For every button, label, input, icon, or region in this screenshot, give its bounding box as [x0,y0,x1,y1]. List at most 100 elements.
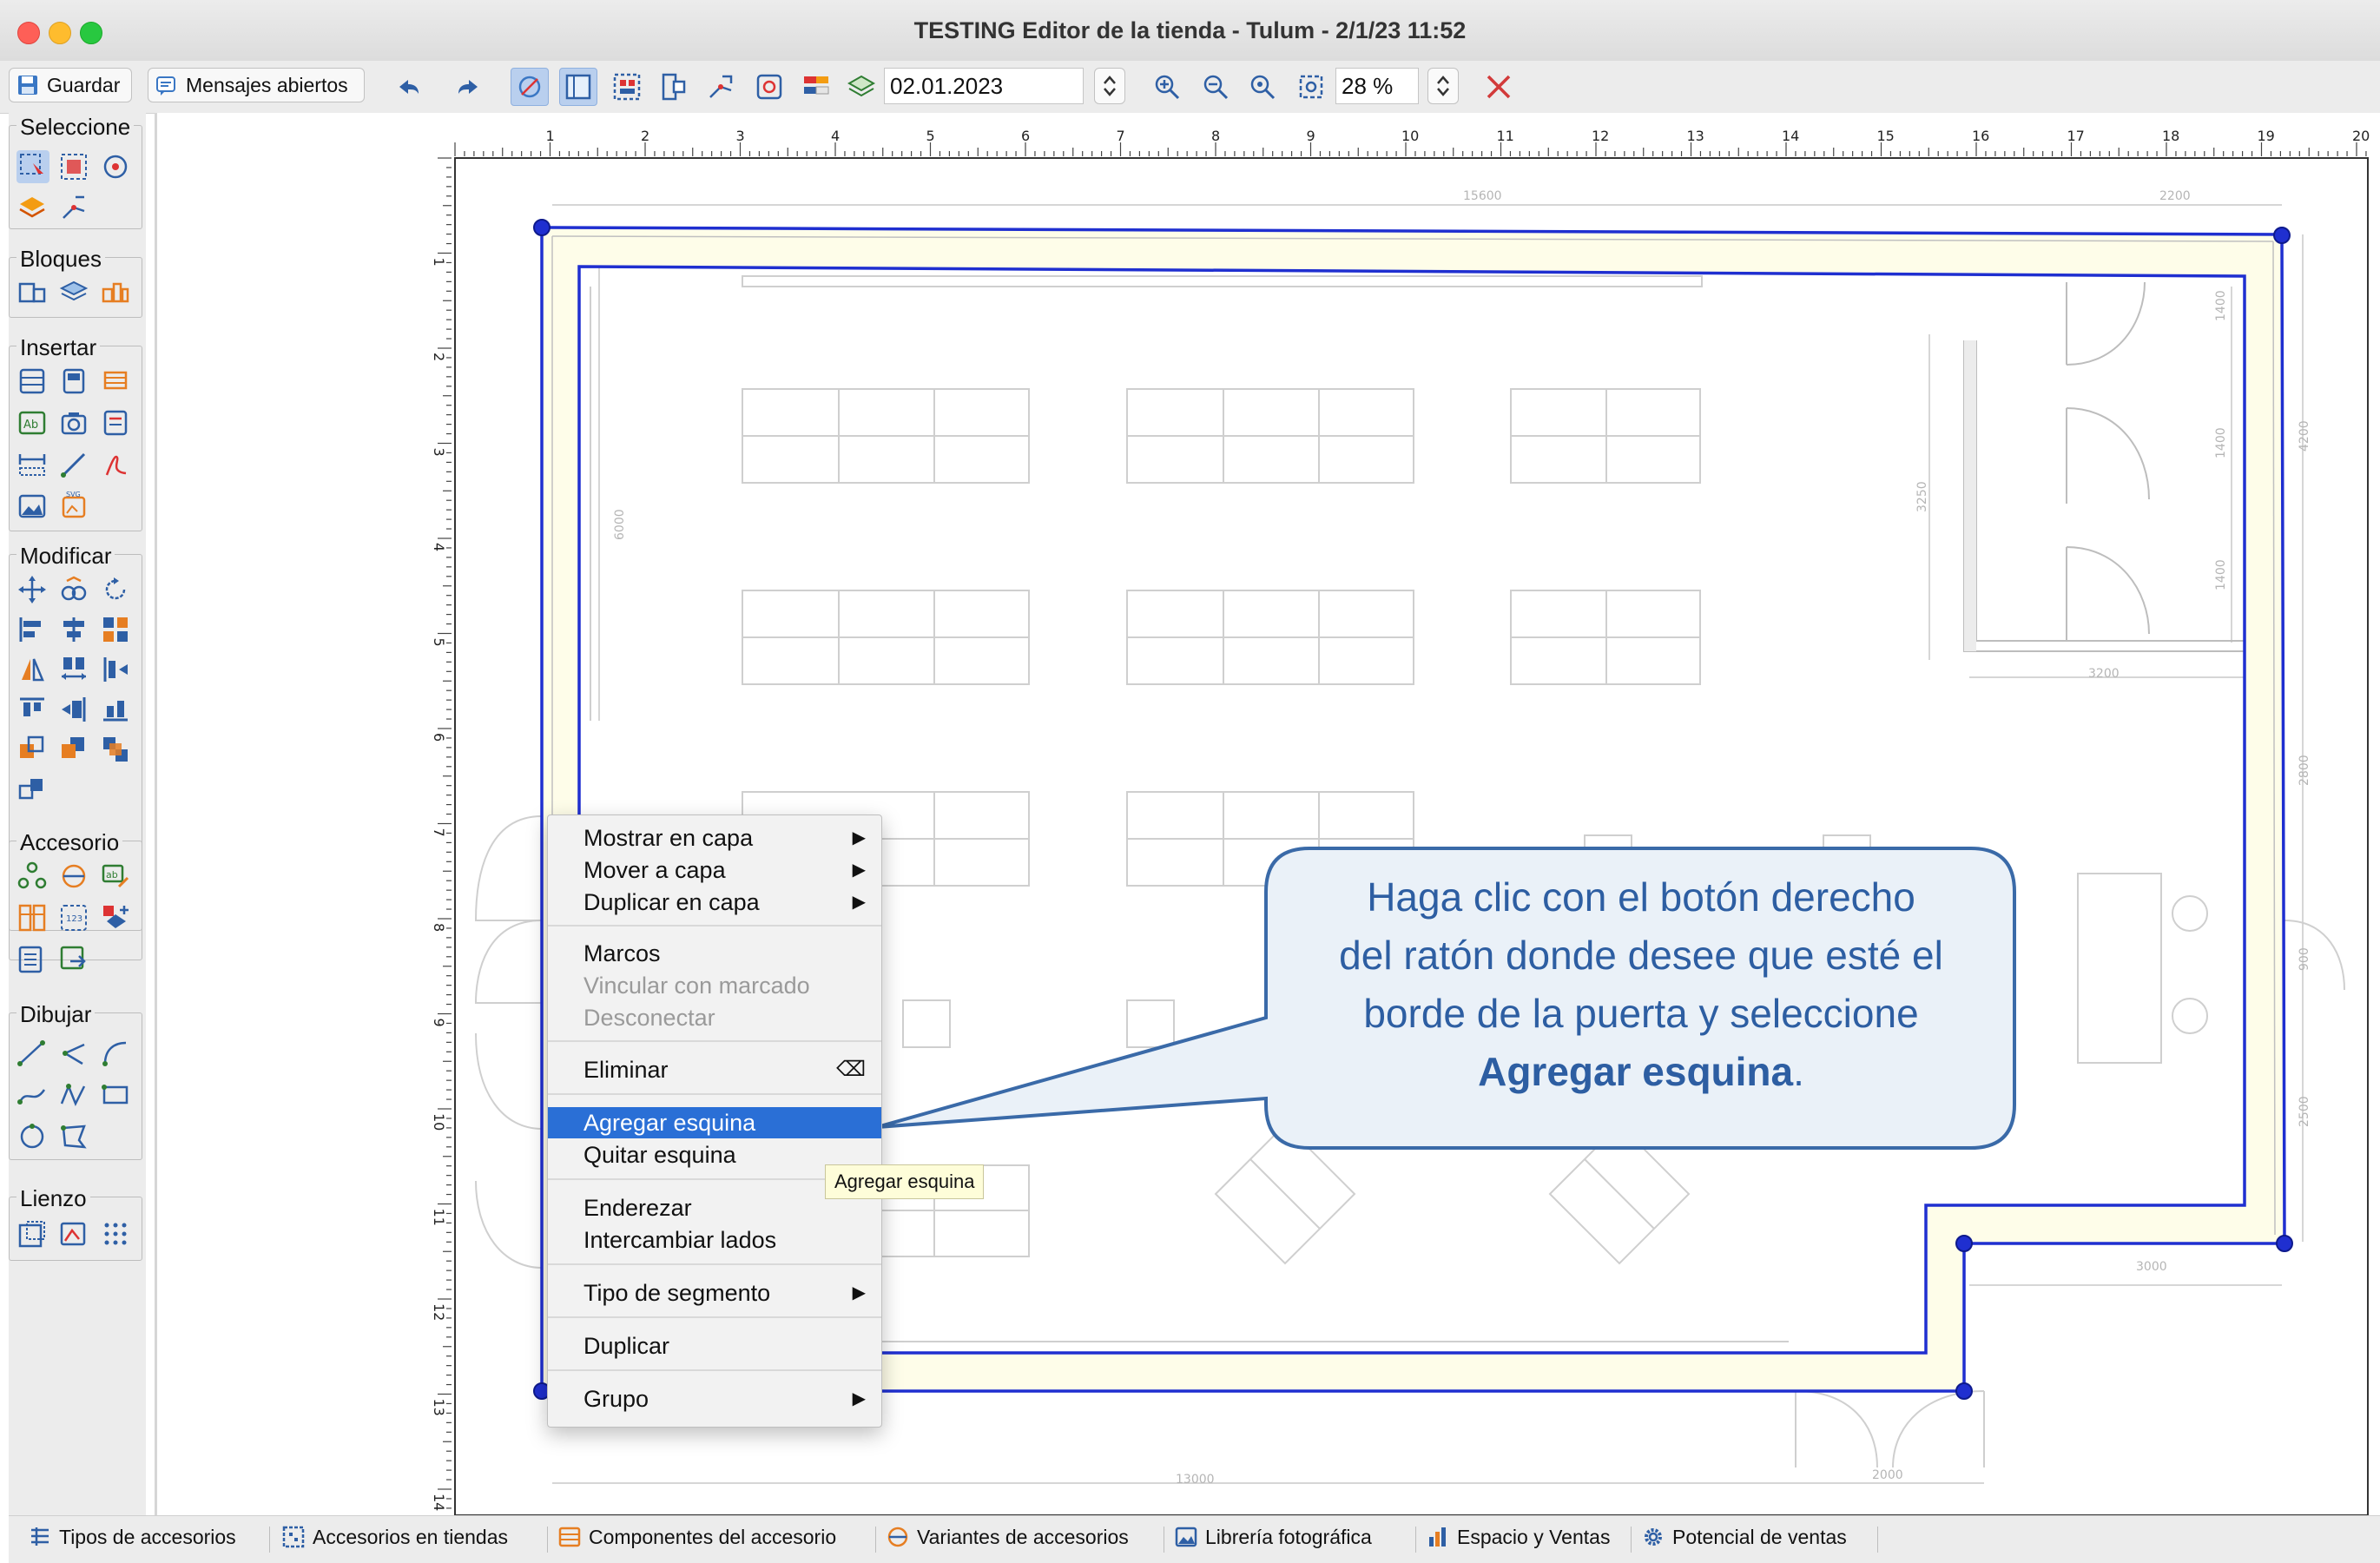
tab-fixture-variants[interactable]: Variantes de accesorios [886,1525,1129,1549]
ruler-label: 2 [431,353,447,361]
tab-separator [1415,1527,1416,1553]
dim-room-width: 3200 [2088,667,2120,681]
dim-room-height: 3250 [1915,481,1929,512]
ruler-label: 12 [431,1303,447,1321]
menu-item-move-to-layer[interactable]: Mover a capa ▶ [548,854,881,886]
menu-separator [548,1316,881,1318]
submenu-arrow-icon: ▶ [852,861,866,880]
menu-item-duplicate-in-layer[interactable]: Duplicar en capa ▶ [548,887,881,918]
fixtures-in-stores-icon [282,1526,305,1548]
dim-inner-3: 1400 [2214,559,2228,590]
ruler-label: 6 [1021,128,1030,144]
tooltip: Agregar esquina [825,1164,985,1199]
ruler-label: 15 [1877,128,1895,144]
dim-inner-2: 1400 [2214,427,2228,458]
ruler-label: 6 [431,733,447,742]
menu-item-group[interactable]: Grupo ▶ [548,1383,881,1415]
ruler-label: 13 [1687,128,1704,144]
ruler-label: 17 [2067,128,2085,144]
ruler-label: 8 [1211,128,1220,144]
tab-fixture-types[interactable]: Tipos de accesorios [28,1525,236,1549]
context-menu: Mostrar en capa ▶ Mover a capa ▶ Duplicar … [547,814,882,1428]
menu-item-show-in-layer[interactable]: Mostrar en capa ▶ [548,822,881,854]
callout-bold-action: Agregar esquina [1478,1049,1794,1094]
menu-separator [548,1263,881,1265]
tab-separator [1631,1527,1632,1553]
dim-step-width: 3000 [2136,1260,2167,1274]
dim-bottom-right: 2000 [1872,1468,1903,1482]
menu-item-delete[interactable]: Eliminar ⌫ [548,1054,881,1085]
ruler-label: 5 [431,638,447,647]
submenu-arrow-icon: ▶ [852,828,866,847]
tab-sales-potential[interactable]: Potencial de ventas [1641,1525,1847,1549]
bar-chart-icon [1429,1527,1446,1547]
tab-fixture-components[interactable]: Componentes del accesorio [557,1525,836,1549]
ruler-label: 18 [2162,128,2179,144]
callout-line-1: Haga clic con el botón derecho [1367,874,1915,920]
menu-separator [548,1040,881,1042]
menu-item-duplicate[interactable]: Duplicar [548,1330,881,1362]
dim-right-1: 4200 [2298,420,2311,452]
ruler-label: 20 [2352,128,2370,144]
delete-key-icon: ⌫ [836,1058,866,1081]
tab-separator [875,1527,876,1553]
menu-item-segment-type[interactable]: Tipo de segmento ▶ [548,1277,881,1309]
ruler-label: 14 [1782,128,1799,144]
tab-space-and-sales[interactable]: Espacio y Ventas [1426,1525,1610,1549]
ruler-label: 10 [1401,128,1419,144]
fixture-types-icon [31,1527,49,1546]
tab-separator [1877,1527,1878,1553]
dim-inner-1: 1400 [2214,290,2228,321]
menu-item-add-corner[interactable]: Agregar esquina [548,1107,881,1138]
ruler-label: 3 [431,448,447,457]
ruler-label: 5 [926,128,935,144]
callout-line-3: borde de la puerta y seleccione [1363,991,1919,1036]
ruler-label: 4 [431,543,447,551]
callout-end: . [1793,1049,1804,1094]
ruler-label: 9 [1307,128,1315,144]
submenu-arrow-icon: ▶ [852,1283,866,1302]
callout-line-4: Agregar esquina. [1268,1043,2014,1101]
ruler-label: 16 [1972,128,1989,144]
dim-right-3: 900 [2298,947,2311,971]
tab-fixtures-in-stores[interactable]: Accesorios en tiendas [281,1525,508,1549]
fixture-components-icon [558,1527,581,1547]
callout-text: Haga clic con el botón derecho del ratón… [1268,868,2014,1101]
menu-separator [548,1093,881,1095]
menu-item-disconnect: Desconectar [583,1005,715,1031]
ruler-label: 2 [641,128,649,144]
ruler-label: 9 [431,1019,447,1027]
gear-icon [1645,1528,1662,1546]
ruler-label: 12 [1592,128,1609,144]
ruler-label: 11 [1497,128,1514,144]
menu-item-frames[interactable]: Marcos [548,938,881,969]
photo-library-icon [1175,1527,1197,1547]
fixture-variants-icon [887,1527,908,1547]
ruler-label: 3 [736,128,745,144]
dim-top-main: 15600 [1463,189,1502,203]
menu-separator [548,925,881,927]
submenu-arrow-icon: ▶ [852,1389,866,1408]
callout-line-2: del ratón donde desee que esté el [1339,933,1943,978]
tab-separator [547,1527,548,1553]
ruler-label: 4 [831,128,840,144]
floor-plan[interactable]: 1 2 3 4 5 6 7 8 9 10 11 12 13 14 15 16 17 18 19 20 12345678… [0,0,2380,1562]
ruler-label: 10 [431,1113,447,1131]
ruler-label: 13 [431,1399,447,1416]
ruler-label: 11 [431,1209,447,1226]
ruler-label: 1 [431,258,447,267]
dim-right-2: 2800 [2298,755,2311,786]
dim-left-vertical: 6000 [613,509,627,540]
dim-top-right: 2200 [2159,189,2191,203]
ruler-label: 19 [2258,128,2275,144]
ruler-label: 7 [431,828,447,837]
submenu-arrow-icon: ▶ [852,893,866,912]
ruler-label: 1 [546,128,555,144]
menu-item-link-with-marking: Vincular con marcado [583,973,810,999]
menu-separator [548,1369,881,1371]
dim-right-4: 2500 [2298,1096,2311,1127]
tab-separator [269,1527,270,1553]
tab-photo-library[interactable]: Librería fotográfica [1174,1525,1372,1549]
ruler-label: 14 [431,1494,447,1511]
menu-item-swap-sides[interactable]: Intercambiar lados [548,1224,881,1256]
